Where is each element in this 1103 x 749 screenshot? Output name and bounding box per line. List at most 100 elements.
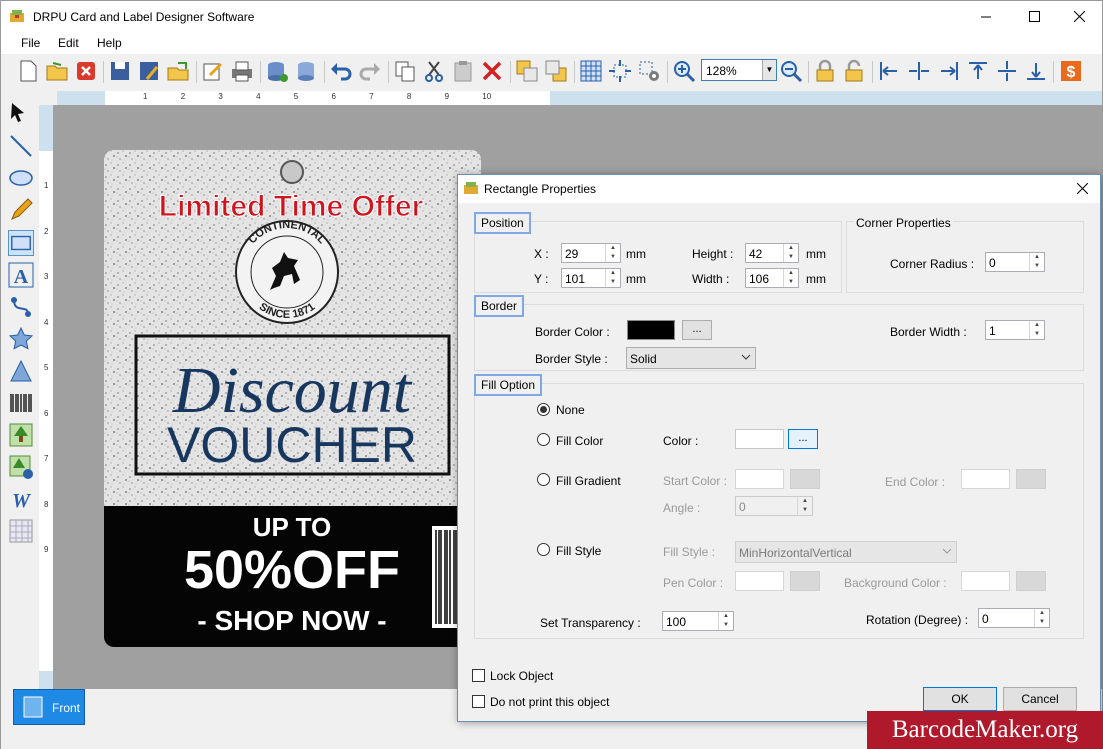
- undo-icon[interactable]: [329, 59, 353, 83]
- paste-icon[interactable]: [451, 59, 475, 83]
- delete-icon[interactable]: [480, 59, 504, 83]
- rectangle-tool-icon[interactable]: [8, 230, 34, 256]
- chevron-down-icon[interactable]: ▼: [762, 60, 776, 80]
- line-tool-icon[interactable]: [8, 133, 34, 159]
- ok-button[interactable]: OK: [923, 687, 997, 711]
- fill-color-label[interactable]: Fill Color: [556, 434, 603, 448]
- no-print-label[interactable]: Do not print this object: [490, 695, 609, 709]
- zoom-in-icon[interactable]: [672, 59, 696, 83]
- wordart-tool-icon[interactable]: W: [8, 486, 34, 512]
- spinner-arrows-icon[interactable]: ▲ ▼: [783, 244, 798, 262]
- x-input[interactable]: 29 ▲ ▼: [561, 243, 621, 263]
- spinner-arrows-icon[interactable]: ▲ ▼: [1029, 321, 1044, 339]
- menu-edit[interactable]: Edit: [58, 36, 79, 50]
- close-file-icon[interactable]: [74, 59, 98, 83]
- width-input[interactable]: 106 ▲ ▼: [745, 268, 799, 288]
- border-style-select[interactable]: Solid: [626, 347, 756, 369]
- align-left-icon[interactable]: [877, 59, 901, 83]
- fill-color-radio[interactable]: [537, 433, 550, 446]
- background-color-swatch[interactable]: [961, 571, 1010, 591]
- grid-icon[interactable]: [579, 59, 603, 83]
- redo-icon[interactable]: [358, 59, 382, 83]
- fill-color-swatch[interactable]: [735, 429, 784, 449]
- maximize-button[interactable]: [1011, 1, 1057, 32]
- watermark-tool-icon[interactable]: [8, 518, 34, 544]
- select-tool-icon[interactable]: [8, 101, 34, 127]
- star-tool-icon[interactable]: [8, 326, 34, 352]
- fill-style-radio[interactable]: [537, 543, 550, 556]
- end-color-swatch[interactable]: [961, 469, 1010, 489]
- bring-front-icon[interactable]: [515, 59, 539, 83]
- spinner-arrows-icon[interactable]: ▲ ▼: [718, 612, 733, 630]
- center-icon[interactable]: [608, 59, 632, 83]
- spinner-arrows-icon[interactable]: ▲ ▼: [783, 269, 798, 287]
- align-top-icon[interactable]: [966, 59, 990, 83]
- start-color-swatch[interactable]: [735, 469, 784, 489]
- dialog-close-icon[interactable]: [1077, 183, 1088, 194]
- menu-help[interactable]: Help: [97, 36, 122, 50]
- triangle-tool-icon[interactable]: [8, 358, 34, 384]
- voucher-card[interactable]: Limited Time Offer CONTINENTAL SINCE 187…: [104, 150, 481, 647]
- unlock-icon[interactable]: [842, 59, 866, 83]
- fill-style-label[interactable]: Fill Style: [556, 544, 601, 558]
- height-input[interactable]: 42 ▲ ▼: [745, 243, 799, 263]
- export-icon[interactable]: [166, 59, 190, 83]
- minimize-button[interactable]: [963, 1, 1009, 32]
- align-right-icon[interactable]: [937, 59, 961, 83]
- spinner-arrows-icon[interactable]: ▲ ▼: [1034, 609, 1049, 627]
- spinner-arrows-icon[interactable]: ▲ ▼: [605, 244, 620, 262]
- fill-color-browse-button[interactable]: ...: [788, 429, 818, 449]
- image-library-icon[interactable]: [8, 454, 34, 480]
- cut-icon[interactable]: [422, 59, 446, 83]
- fill-gradient-radio[interactable]: [537, 473, 550, 486]
- edit-icon[interactable]: [201, 59, 225, 83]
- spinner-arrows-icon[interactable]: ▲ ▼: [605, 269, 620, 287]
- pen-color-swatch[interactable]: [735, 571, 784, 591]
- no-print-checkbox[interactable]: [472, 695, 485, 708]
- align-bottom-icon[interactable]: [1024, 59, 1048, 83]
- transparency-input[interactable]: 100 ▲ ▼: [662, 611, 734, 631]
- text-tool-icon[interactable]: A: [8, 262, 34, 288]
- fill-style-select[interactable]: MinHorizontalVertical: [735, 541, 957, 563]
- lock-object-label[interactable]: Lock Object: [490, 669, 553, 683]
- background-color-browse-button[interactable]: [1016, 571, 1046, 591]
- image-tool-icon[interactable]: [8, 422, 34, 448]
- menu-file[interactable]: File: [21, 36, 40, 50]
- connector-tool-icon[interactable]: [8, 294, 34, 320]
- close-button[interactable]: [1056, 1, 1102, 32]
- barcode-tool-icon[interactable]: [8, 390, 34, 416]
- lock-icon[interactable]: [813, 59, 837, 83]
- send-back-icon[interactable]: [544, 59, 568, 83]
- align-center-h-icon[interactable]: [907, 59, 931, 83]
- copy-icon[interactable]: [393, 59, 417, 83]
- new-file-icon[interactable]: [16, 59, 40, 83]
- fill-gradient-label[interactable]: Fill Gradient: [556, 474, 621, 488]
- end-color-browse-button[interactable]: [1016, 469, 1046, 489]
- start-color-browse-button[interactable]: [790, 469, 820, 489]
- fill-none-label[interactable]: None: [556, 403, 585, 417]
- save-as-icon[interactable]: [137, 59, 161, 83]
- save-icon[interactable]: [108, 59, 132, 83]
- open-folder-icon[interactable]: [45, 59, 69, 83]
- database-icon[interactable]: [294, 59, 318, 83]
- cancel-button[interactable]: Cancel: [1003, 687, 1077, 711]
- settings-icon[interactable]: [637, 59, 661, 83]
- buy-icon[interactable]: $: [1059, 59, 1083, 83]
- print-icon[interactable]: [230, 59, 254, 83]
- spinner-arrows-icon[interactable]: ▲ ▼: [1029, 253, 1044, 271]
- zoom-out-icon[interactable]: [779, 59, 803, 83]
- ellipse-tool-icon[interactable]: [8, 165, 34, 191]
- lock-object-checkbox[interactable]: [472, 669, 485, 682]
- corner-radius-input[interactable]: 0 ▲ ▼: [985, 252, 1045, 272]
- zoom-combo[interactable]: 128% ▼: [701, 59, 777, 81]
- database-add-icon[interactable]: [265, 59, 289, 83]
- angle-input[interactable]: 0 ▲ ▼: [735, 496, 813, 516]
- pen-color-browse-button[interactable]: [790, 571, 820, 591]
- fill-none-radio[interactable]: [537, 403, 550, 416]
- align-center-v-icon[interactable]: [995, 59, 1019, 83]
- border-width-input[interactable]: 1 ▲ ▼: [985, 320, 1045, 340]
- border-color-browse-button[interactable]: ...: [682, 320, 712, 340]
- pencil-tool-icon[interactable]: [8, 197, 34, 223]
- border-color-swatch[interactable]: [627, 320, 675, 340]
- rotation-input[interactable]: 0 ▲ ▼: [978, 608, 1050, 628]
